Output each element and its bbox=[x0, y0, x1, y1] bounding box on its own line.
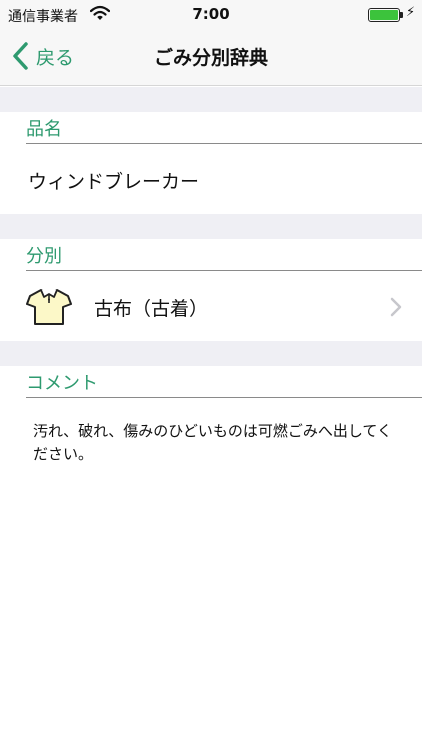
battery-tip bbox=[400, 12, 403, 18]
category-value: 古布（古着） bbox=[94, 298, 209, 320]
status-time: 7:00 bbox=[192, 5, 230, 23]
section-gap bbox=[0, 214, 422, 239]
battery-icon bbox=[368, 8, 400, 22]
section-gap bbox=[0, 341, 422, 366]
charging-bolt-icon: ⚡ bbox=[406, 5, 416, 20]
category-header-label: 分別 bbox=[26, 246, 62, 267]
item-name-header: 品名 bbox=[26, 112, 422, 144]
category-header: 分別 bbox=[26, 239, 422, 271]
item-name-header-label: 品名 bbox=[26, 119, 62, 140]
shirt-icon bbox=[26, 289, 72, 325]
section-gap bbox=[0, 87, 422, 112]
comment-header-label: コメント bbox=[26, 373, 98, 394]
comment-header: コメント bbox=[26, 366, 422, 398]
category-row[interactable]: 古布（古着） bbox=[0, 271, 422, 341]
item-name-value: ウィンドブレーカー bbox=[28, 171, 200, 193]
navigation-bar: 戻る ごみ分別辞典 bbox=[0, 28, 422, 86]
page-title: ごみ分別辞典 bbox=[153, 47, 268, 69]
status-bar: 通信事業者 7:00 ⚡ bbox=[0, 0, 422, 28]
comment-text: 汚れ、破れ、傷みのひどいものは可燃ごみへ出してください。 bbox=[33, 422, 392, 463]
chevron-right-icon bbox=[390, 297, 402, 317]
